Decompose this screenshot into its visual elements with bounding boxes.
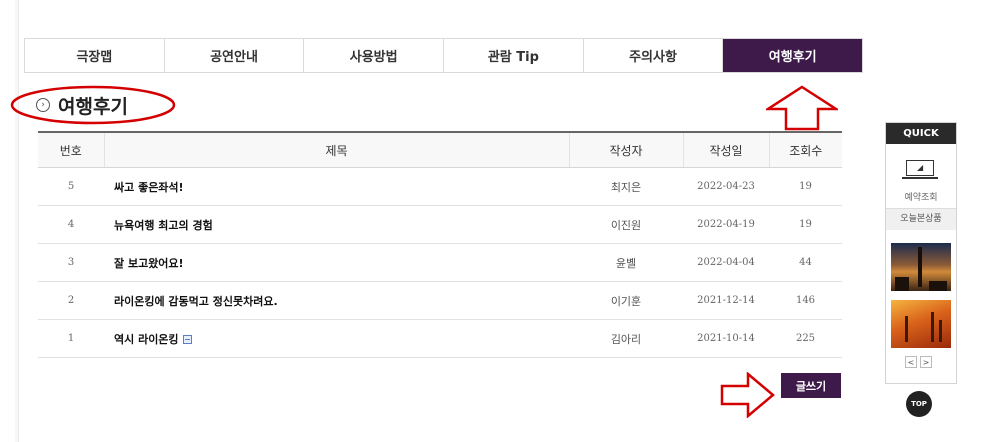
row-views: 225 (769, 319, 842, 358)
tab-viewing-tip[interactable]: 관람 Tip (444, 39, 584, 72)
recent-products-pager: < > (905, 356, 932, 368)
prev-arrow-icon[interactable]: < (905, 356, 917, 368)
next-arrow-icon[interactable]: > (920, 356, 932, 368)
table-row[interactable]: 1 역시 라이온킹 김아리 2021-10-14 225 (38, 319, 842, 358)
row-views: 19 (769, 205, 842, 244)
row-no: 4 (38, 205, 104, 244)
thumbnail-building (918, 247, 922, 287)
recent-product-thumbnail-1[interactable] (891, 243, 951, 291)
row-no: 2 (38, 281, 104, 320)
column-header-writer: 작성자 (568, 131, 683, 168)
row-writer: 이기훈 (569, 281, 683, 320)
row-subject-link[interactable]: 뉴욕여행 최고의 경험 (104, 205, 569, 244)
annotation-ellipse (10, 85, 176, 125)
row-date: 2022-04-19 (683, 205, 769, 244)
row-date: 2021-12-14 (683, 281, 769, 320)
column-header-subject: 제목 (103, 131, 569, 168)
column-header-no: 번호 (38, 131, 104, 168)
tab-travel-reviews[interactable]: 여행후기 (723, 39, 863, 72)
row-subject-link[interactable]: 잘 보고왔어요! (104, 243, 569, 282)
row-views: 146 (769, 281, 842, 320)
row-date: 2022-04-04 (683, 243, 769, 282)
reservation-lookup-button[interactable]: ◢ 예약조회 (886, 144, 956, 209)
row-writer: 최지은 (569, 167, 683, 206)
annotation-right-arrow (720, 372, 775, 418)
table-row[interactable]: 3 잘 보고왔어요! 윤볠 2022-04-04 44 (38, 243, 842, 282)
row-subject-cell[interactable]: 역시 라이온킹 (104, 319, 569, 358)
column-header-date: 작성일 (682, 131, 769, 168)
annotation-up-arrow (766, 85, 838, 131)
tab-cautions[interactable]: 주의사항 (584, 39, 724, 72)
left-frame-line (18, 0, 19, 442)
thumbnail-figure (939, 320, 942, 342)
column-header-views: 조회수 (768, 131, 842, 168)
thumbnail-figure (931, 312, 934, 342)
thumbnail-building (895, 277, 909, 291)
table-header-row: 번호 제목 작성자 작성일 조회수 (38, 131, 842, 168)
thumbnail-figure (905, 316, 908, 342)
row-writer: 김아리 (569, 319, 683, 358)
row-views: 44 (769, 243, 842, 282)
write-button[interactable]: 글쓰기 (781, 373, 841, 398)
recent-product-thumbnail-2[interactable] (891, 300, 951, 348)
row-date: 2022-04-23 (683, 167, 769, 206)
row-no: 3 (38, 243, 104, 282)
tab-theater-map[interactable]: 극장맵 (25, 39, 165, 72)
row-writer: 이진원 (569, 205, 683, 244)
quick-menu-title: QUICK (886, 123, 956, 144)
monitor-base (902, 177, 938, 179)
tab-bar: 극장맵 공연안내 사용방법 관람 Tip 주의사항 여행후기 (24, 38, 863, 73)
row-subject-link[interactable]: 역시 라이온킹 (114, 333, 179, 346)
review-board-table: 번호 제목 작성자 작성일 조회수 5 싸고 좋은좌석! 최지은 2022-04… (38, 131, 842, 358)
monitor-icon: ◢ (906, 160, 934, 176)
row-subject-link[interactable]: 싸고 좋은좌석! (104, 167, 569, 206)
row-subject-link[interactable]: 라이온킹에 감동먹고 정신못차려요. (104, 281, 569, 320)
table-row[interactable]: 2 라이온킹에 감동먹고 정신못차려요. 이기훈 2021-12-14 146 (38, 281, 842, 320)
reservation-lookup-label: 예약조회 (904, 193, 938, 203)
recently-viewed-label: 오늘본상품 (886, 209, 956, 230)
row-date: 2021-10-14 (683, 319, 769, 358)
row-no: 5 (38, 167, 104, 206)
tab-how-to-use[interactable]: 사용방법 (304, 39, 445, 72)
row-views: 19 (769, 167, 842, 206)
file-attachment-icon (182, 335, 192, 344)
table-row[interactable]: 4 뉴욕여행 최고의 경험 이진원 2022-04-19 19 (38, 205, 842, 244)
table-row[interactable]: 5 싸고 좋은좌석! 최지은 2022-04-23 19 (38, 167, 842, 206)
quick-menu: QUICK ◢ 예약조회 오늘본상품 < > (885, 122, 957, 384)
cursor-icon: ◢ (917, 163, 924, 172)
scroll-top-button[interactable]: TOP (906, 391, 932, 417)
tab-show-info[interactable]: 공연안내 (165, 39, 305, 72)
thumbnail-building (929, 281, 947, 291)
row-no: 1 (38, 319, 104, 358)
row-writer: 윤볠 (569, 243, 683, 282)
